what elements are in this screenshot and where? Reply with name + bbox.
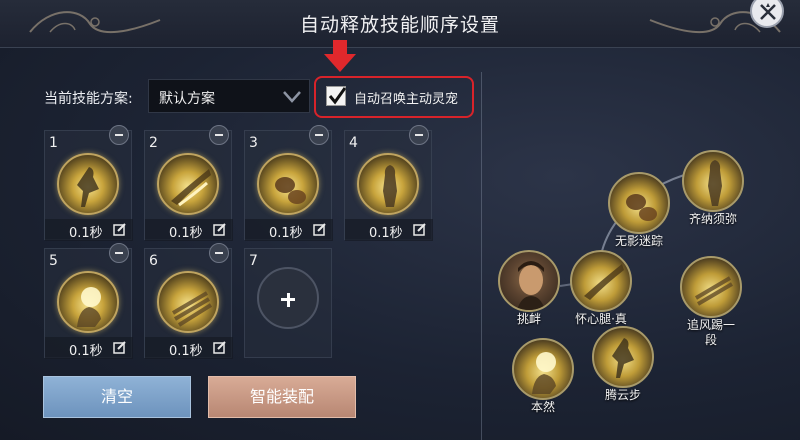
skill-node-tengyunbu[interactable]: 腾云步 [592,326,654,402]
skill-node-icon [498,250,560,312]
skill-node-zhuifengti[interactable]: 追风踢一 段 [680,256,742,347]
skill-node-label: 齐纳须弥 [688,212,737,226]
skill-node-icon [592,326,654,388]
skill-node-label: 无影迷踪 [614,234,663,248]
skill-node-label: 追风踢一 段 [686,318,735,347]
skill-node-tiaoxin[interactable]: 挑衅 [498,250,560,326]
skill-node-icon [682,150,744,212]
skill-settings-window: 自动释放技能顺序设置 当前技能方案: 默认方案 自动召唤主动灵宠 1 0.1秒 … [0,0,800,440]
skill-node-qinaxumi[interactable]: 齐纳须弥 [682,150,744,226]
skill-node-label: 怀心腿·真 [575,312,627,326]
skill-node-icon [680,256,742,318]
skill-node-icon [570,250,632,312]
skill-node-icon [608,172,670,234]
skill-node-wuyingmizong[interactable]: 无影迷踪 [608,172,670,248]
skill-node-icon [512,338,574,400]
skill-node-label: 腾云步 [604,388,641,402]
skill-node-benran[interactable]: 本然 [512,338,574,414]
skill-node-huaixintui[interactable]: 怀心腿·真 [570,250,632,326]
